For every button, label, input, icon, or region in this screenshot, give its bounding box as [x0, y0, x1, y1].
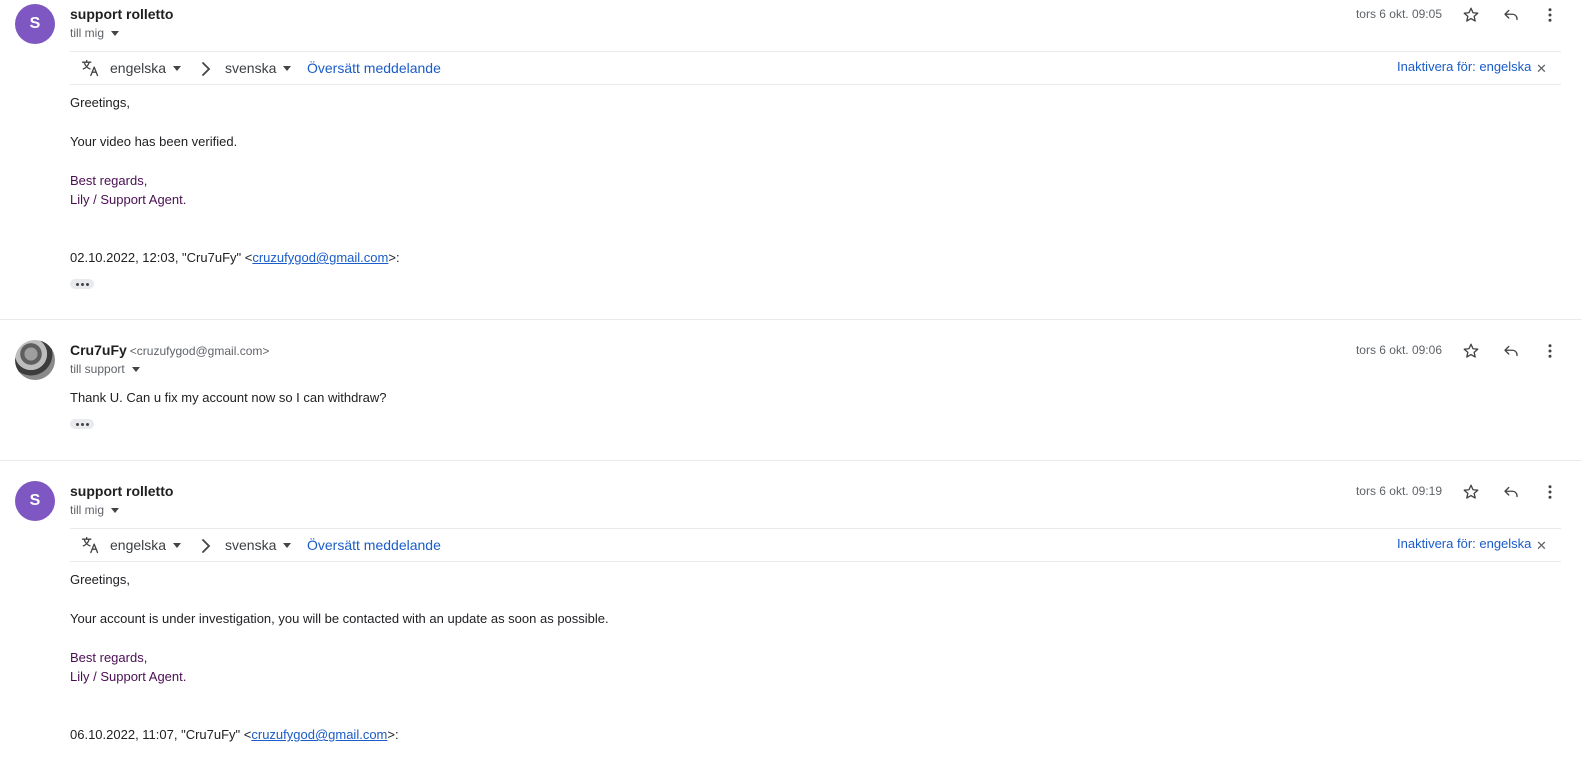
recipient-label: till support [70, 362, 125, 376]
show-trimmed-content-button[interactable] [70, 279, 94, 289]
chevron-down-icon[interactable] [131, 366, 140, 372]
signature: Lily / Support Agent. [70, 192, 187, 207]
recipient-details[interactable]: till mig [70, 503, 120, 517]
reply-icon[interactable] [1499, 339, 1523, 363]
chevron-right-icon [200, 60, 212, 81]
sender-email: <cruzufygod@gmail.com> [129, 344, 270, 358]
closing: Best regards, [70, 650, 148, 665]
target-language-select[interactable]: svenska [225, 60, 292, 76]
translate-message-link[interactable]: Översätt meddelande [307, 60, 441, 76]
sender-name[interactable]: support rolletto [70, 6, 173, 22]
source-language-select[interactable]: engelska [110, 60, 182, 76]
recipient-label: till mig [70, 26, 105, 40]
message-date: tors 6 okt. 09:05 [1355, 7, 1442, 21]
disable-translation-link[interactable]: Inaktivera för: engelska [1397, 59, 1531, 74]
reply-icon[interactable] [1499, 3, 1523, 27]
star-icon[interactable] [1459, 339, 1483, 363]
source-language-select[interactable]: engelska [110, 537, 182, 553]
message-body: Your video has been verified. [70, 134, 238, 149]
greeting: Greetings, [70, 95, 130, 110]
email-link[interactable]: cruzufygod@gmail.com [251, 727, 387, 742]
quoted-header: 06.10.2022, 11:07, "Cru7uFy" <cruzufygod… [70, 727, 399, 742]
message-date: tors 6 okt. 09:19 [1355, 484, 1442, 498]
reply-icon[interactable] [1499, 480, 1523, 504]
translation-bar: engelska svenska Översätt meddelande Ina… [70, 528, 1561, 562]
message-date: tors 6 okt. 09:06 [1355, 343, 1442, 357]
message-body: Your account is under investigation, you… [70, 611, 609, 626]
quoted-header: 02.10.2022, 12:03, "Cru7uFy" <cruzufygod… [70, 250, 400, 265]
sender-name[interactable]: support rolletto [70, 483, 173, 499]
translate-message-link[interactable]: Översätt meddelande [307, 537, 441, 553]
target-language-select[interactable]: svenska [225, 537, 292, 553]
star-icon[interactable] [1459, 480, 1483, 504]
divider [0, 460, 1582, 461]
avatar[interactable]: S [15, 4, 55, 44]
more-vert-icon[interactable] [1538, 339, 1562, 363]
translate-icon [80, 535, 100, 558]
disable-translation-link[interactable]: Inaktivera för: engelska [1397, 536, 1531, 551]
more-vert-icon[interactable] [1538, 3, 1562, 27]
chevron-right-icon [200, 537, 212, 558]
translate-icon [80, 58, 100, 81]
avatar[interactable] [15, 340, 55, 380]
chevron-down-icon[interactable] [111, 30, 120, 36]
recipient-label: till mig [70, 503, 105, 517]
avatar[interactable]: S [15, 481, 55, 521]
divider [0, 319, 1582, 320]
close-icon[interactable]: ✕ [1536, 61, 1547, 77]
closing: Best regards, [70, 173, 148, 188]
greeting: Greetings, [70, 572, 130, 587]
translation-bar: engelska svenska Översätt meddelande Ina… [70, 51, 1561, 85]
close-icon[interactable]: ✕ [1536, 538, 1547, 554]
show-trimmed-content-button[interactable] [70, 419, 94, 429]
email-link[interactable]: cruzufygod@gmail.com [252, 250, 388, 265]
signature: Lily / Support Agent. [70, 669, 187, 684]
star-icon[interactable] [1459, 3, 1483, 27]
chevron-down-icon[interactable] [111, 507, 120, 513]
message-body: Thank U. Can u fix my account now so I c… [70, 390, 387, 405]
recipient-details[interactable]: till support [70, 362, 140, 376]
recipient-details[interactable]: till mig [70, 26, 120, 40]
more-vert-icon[interactable] [1538, 480, 1562, 504]
sender-name[interactable]: Cru7uFy <cruzufygod@gmail.com> [70, 342, 269, 358]
